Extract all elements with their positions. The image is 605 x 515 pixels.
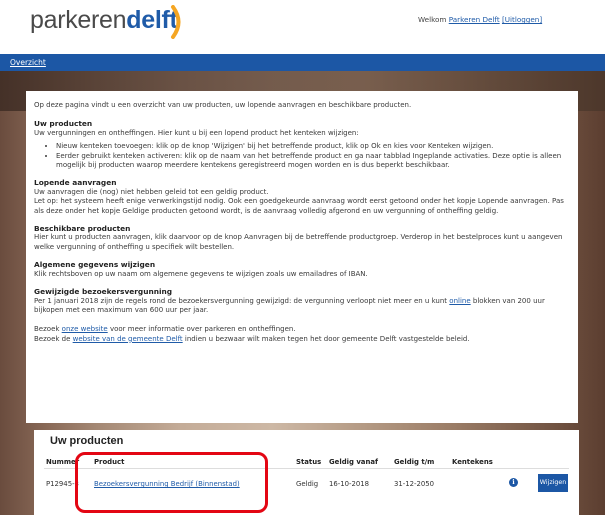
logo-text-parkeren: parkeren [30,6,127,34]
section-uw-producten: Uw producten Uw vergunningen en ontheffi… [34,119,570,170]
welcome-text: Welkom [418,15,447,24]
algemeen-text: Klik rechtsboven op uw naam om algemene … [34,269,368,278]
bezoek1-before: Bezoek [34,325,60,334]
logout-link[interactable]: [Uitloggen] [502,15,542,24]
section-lopende-aanvragen: Lopende aanvragen Uw aanvragen die (nog)… [34,178,570,216]
welcome-bar: Welkom Parkeren Delft [Uitloggen] [418,15,542,24]
products-title: Uw producten [50,435,124,447]
beschikbaar-text: Hier kunt u producten aanvragen, klik da… [34,233,563,251]
cell-nummer: P12945-3 [46,480,79,488]
logo-arc-icon [171,5,181,39]
list-item: Nieuw kenteken toevoegen: klik op de kno… [56,142,570,151]
bezoek-line-1: Bezoek onze website voor meer informatie… [34,325,570,334]
bezoek2-before: Bezoek de [34,334,71,343]
bezoek1-after: voor meer informatie over parkeren en on… [109,325,296,334]
uw-producten-list: Nieuw kenteken toevoegen: klik op de kno… [56,142,570,170]
parkeren-delft-logo[interactable]: parkerendelft [30,6,178,35]
info-icon[interactable]: i [509,478,518,487]
site-header: parkerendelft Welkom Parkeren Delft [Uit… [0,0,605,54]
highlight-annotation [75,452,268,513]
col-geldig-vanaf: Geldig vanaf [329,458,379,466]
list-item: Eerder gebruikt kenteken activeren: klik… [56,152,570,171]
user-account-link[interactable]: Parkeren Delft [449,15,500,24]
gewijzigd-text-before: Per 1 januari 2018 zijn de regels rond d… [34,296,448,305]
section-gewijzigde-vergunning: Gewijzigde bezoekersvergunning Per 1 jan… [34,287,570,315]
bezoek2-after: indien u bezwaar wilt maken tegen het do… [184,334,470,343]
section-algemene-gegevens: Algemene gegevens wijzigen Klik rechtsbo… [34,260,570,279]
gewijzigd-text: Per 1 januari 2018 zijn de regels rond d… [34,297,570,316]
lopende-text: Uw aanvragen die (nog) niet hebben gelei… [34,187,269,196]
lopende-text-2: Let op: het systeem heeft enige verwerki… [34,197,564,215]
cell-geldig-tm: 31-12-2050 [394,480,435,488]
algemeen-heading: Algemene gegevens wijzigen [34,260,156,270]
online-link[interactable]: online [449,297,470,305]
lopende-heading: Lopende aanvragen [34,178,117,188]
cell-geldig-vanaf: 16-10-2018 [329,480,370,488]
gemeente-website-link[interactable]: website van de gemeente Delft [73,335,183,343]
info-panel: Op deze pagina vindt u een overzicht van… [26,91,578,423]
nav-overzicht-link[interactable]: Overzicht [10,58,46,67]
bezoek-line-2: Bezoek de website van de gemeente Delft … [34,335,570,344]
main-nav: Overzicht [0,54,605,71]
cell-status: Geldig [296,480,319,488]
intro-text: Op deze pagina vindt u een overzicht van… [34,101,412,109]
col-geldig-tm: Geldig t/m [394,458,435,466]
gewijzigd-heading: Gewijzigde bezoekersvergunning [34,287,173,297]
col-status: Status [296,458,322,466]
uw-producten-heading: Uw producten [34,119,93,129]
wijzigen-button[interactable]: Wijzigen [538,474,568,492]
col-kentekens: Kentekens [452,458,493,466]
beschikbaar-heading: Beschikbare producten [34,224,131,234]
uw-producten-text: Uw vergunningen en ontheffingen. Hier ku… [34,128,359,137]
onze-website-link[interactable]: onze website [62,325,108,333]
section-beschikbare-producten: Beschikbare producten Hier kunt u produc… [34,224,570,252]
